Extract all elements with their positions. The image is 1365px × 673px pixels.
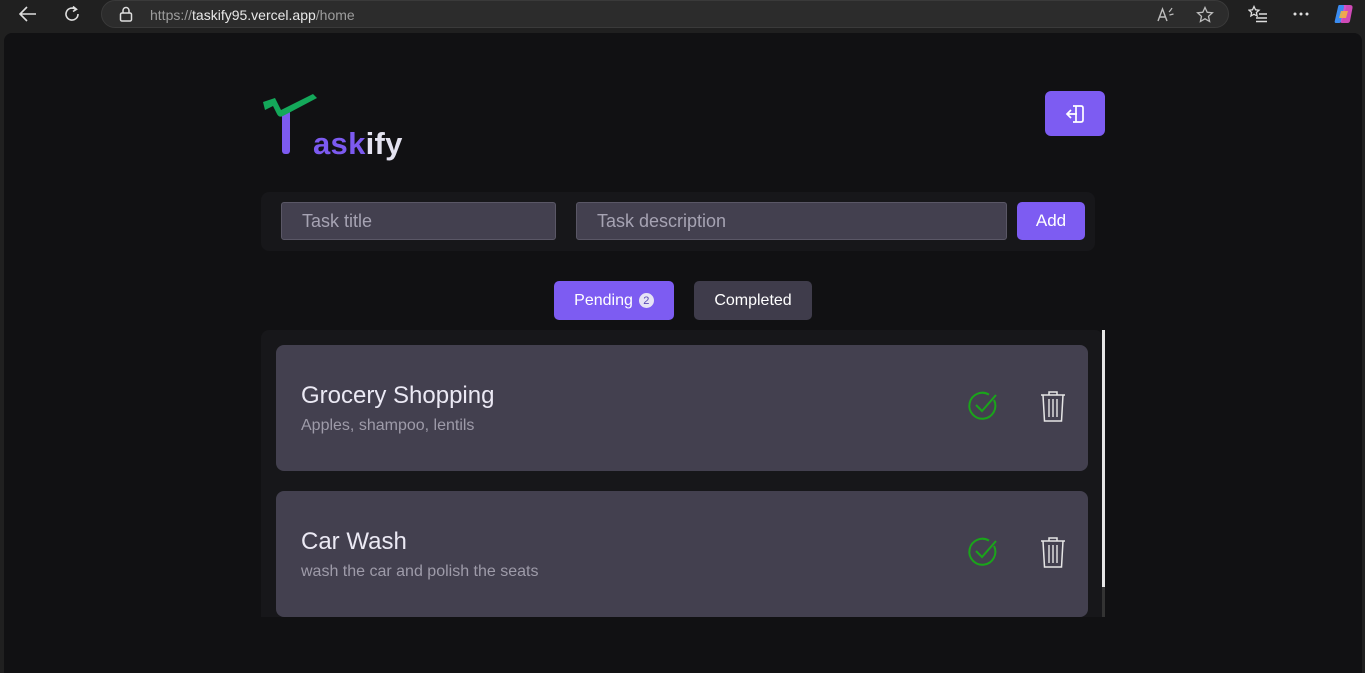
task-list: Grocery Shopping Apples, shampoo, lentil… (261, 330, 1103, 617)
logo-text: askify (313, 126, 403, 162)
task-title: Car Wash (301, 528, 407, 555)
favorites-list-icon[interactable] (1246, 2, 1270, 26)
logout-button[interactable] (1045, 91, 1105, 136)
logo-mark-icon (263, 94, 317, 154)
task-description-input[interactable] (576, 202, 1007, 240)
task-card: Grocery Shopping Apples, shampoo, lentil… (276, 345, 1088, 471)
delete-trash-icon[interactable] (1039, 535, 1067, 569)
read-aloud-icon[interactable] (1156, 5, 1176, 25)
task-description: wash the car and polish the seats (301, 563, 539, 580)
pending-count-badge: 2 (638, 293, 654, 308)
tab-pending[interactable]: Pending 2 (554, 281, 674, 320)
task-description: Apples, shampoo, lentils (301, 417, 475, 434)
scrollbar-thumb[interactable] (1102, 330, 1105, 587)
complete-check-icon[interactable] (967, 536, 999, 568)
task-card: Car Wash wash the car and polish the sea… (276, 491, 1088, 617)
complete-check-icon[interactable] (967, 390, 999, 422)
logo-text-ask: ask (313, 126, 366, 161)
address-bar[interactable]: https://taskify95.vercel.app/home (101, 0, 1229, 28)
task-title-input[interactable] (281, 202, 556, 240)
more-icon[interactable] (1289, 2, 1313, 26)
logout-icon (1065, 104, 1084, 123)
task-list-scrollbar[interactable] (1102, 330, 1105, 617)
tab-completed-label: Completed (714, 291, 792, 309)
browser-toolbar: https://taskify95.vercel.app/home (0, 0, 1365, 32)
task-title: Grocery Shopping (301, 382, 495, 409)
delete-trash-icon[interactable] (1039, 389, 1067, 423)
refresh-icon[interactable] (58, 2, 86, 26)
url-prefix: https:// (150, 7, 193, 23)
favorite-star-icon[interactable] (1195, 5, 1215, 25)
lock-icon[interactable] (119, 6, 133, 27)
address-url: https://taskify95.vercel.app/home (150, 7, 355, 23)
tab-pending-label: Pending (574, 291, 633, 309)
add-task-button[interactable]: Add (1017, 202, 1085, 240)
page-viewport: askify Add Pending 2 Completed Grocery S… (4, 33, 1362, 673)
add-task-form: Add (261, 192, 1095, 251)
back-icon[interactable] (14, 2, 42, 26)
url-path: /home (315, 7, 355, 23)
taskify-logo: askify (261, 92, 421, 162)
logo-text-ify: ify (365, 126, 403, 161)
copilot-icon[interactable] (1332, 2, 1356, 26)
tab-completed[interactable]: Completed (694, 281, 812, 320)
url-host: taskify95.vercel.app (192, 7, 316, 23)
